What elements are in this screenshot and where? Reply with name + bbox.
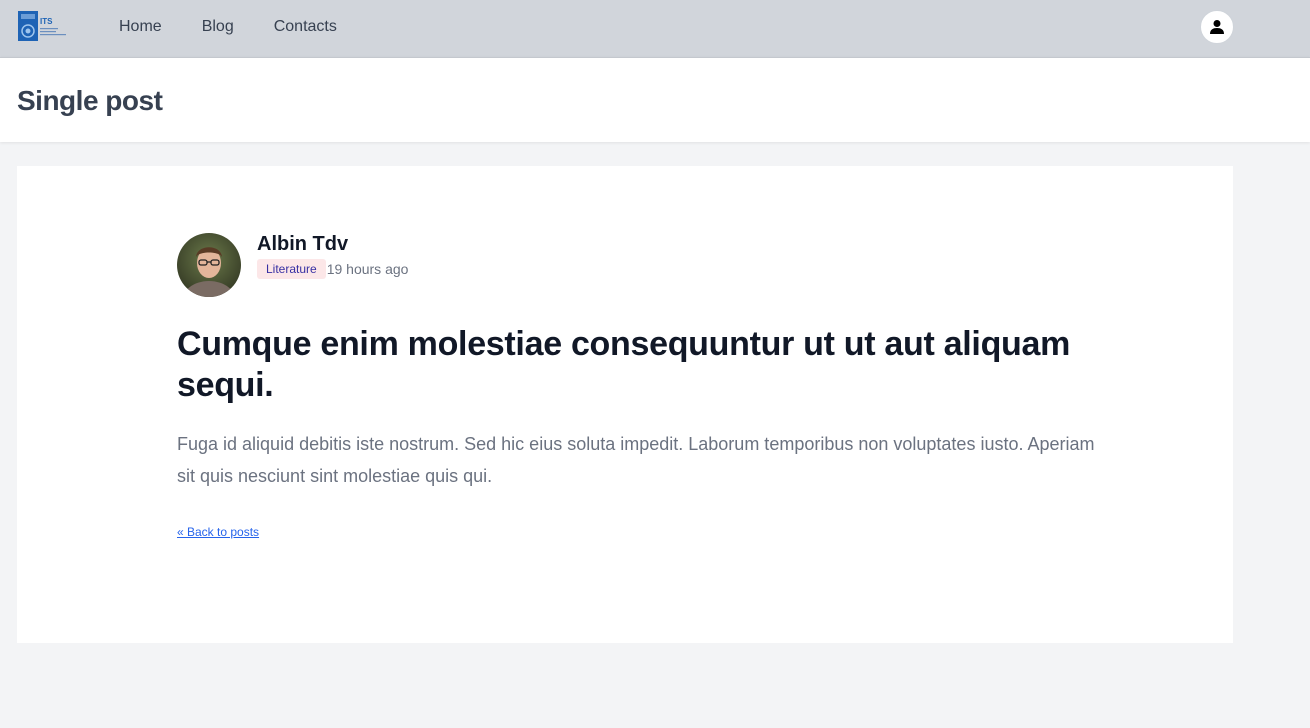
post-meta: Literature 19 hours ago: [257, 259, 408, 279]
logo-text: ITS: [40, 17, 53, 26]
author-avatar: [177, 233, 241, 297]
post-title: Cumque enim molestiae consequuntur ut ut…: [177, 325, 1071, 404]
post-card: Albin Tdv Literature 19 hours ago Cumque…: [17, 166, 1233, 643]
page-title: Single post: [17, 85, 163, 116]
site-logo[interactable]: ITS: [18, 11, 68, 41]
user-menu-button[interactable]: [1200, 10, 1234, 44]
author-name: Albin Tdv: [257, 233, 349, 255]
user-icon: [1210, 20, 1224, 34]
post-body: Fuga id aliquid debitis iste nostrum. Se…: [177, 434, 1095, 486]
category-badge[interactable]: Literature: [257, 259, 326, 279]
top-navbar: ITS Home Blog Contacts: [0, 0, 1310, 57]
page-header: Single post: [0, 57, 1310, 142]
main-nav: Home Blog Contacts: [119, 0, 337, 53]
nav-link-home[interactable]: Home: [119, 18, 162, 35]
nav-link-blog[interactable]: Blog: [202, 18, 234, 35]
post-timestamp: 19 hours ago: [326, 261, 409, 277]
back-to-posts-link[interactable]: « Back to posts: [177, 525, 259, 539]
nav-link-contacts[interactable]: Contacts: [274, 18, 337, 35]
